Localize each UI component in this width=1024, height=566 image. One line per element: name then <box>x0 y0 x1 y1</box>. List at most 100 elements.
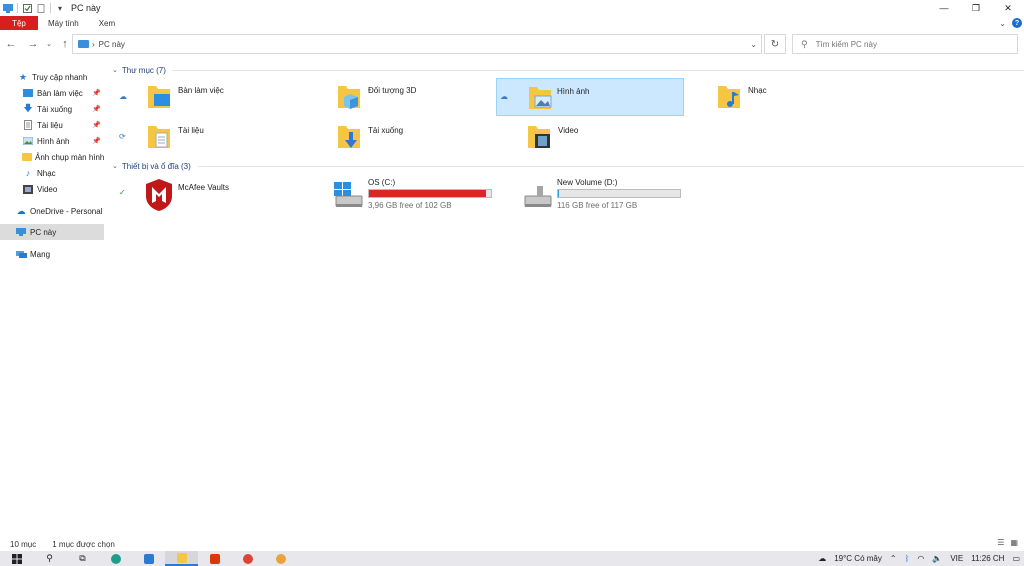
desktop-folder-icon <box>148 86 170 108</box>
chrome-icon[interactable] <box>231 551 264 566</box>
search-icon: ⚲ <box>801 38 808 49</box>
sidebar-item-desktop[interactable]: Bàn làm việc 📌 <box>0 85 104 101</box>
pin-icon: 📌 <box>92 106 101 113</box>
device-label: McAfee Vaults <box>178 183 229 192</box>
cloud-icon: ☁ <box>16 205 26 216</box>
sidebar-item-label: Tải xuống <box>37 104 73 114</box>
drive-tile-d[interactable]: New Volume (D:) 116 GB free of 117 GB <box>513 178 689 222</box>
group-header-devices[interactable]: ⌄ Thiết bị và ổ đĩa (3) <box>112 160 1024 172</box>
ribbon-right: ⌄ ? <box>999 16 1022 30</box>
sidebar-item-label: Nhạc <box>37 168 56 178</box>
collapse-chevron-icon[interactable]: ⌄ <box>112 162 118 170</box>
customize-toolbar-chevron-icon[interactable]: ▾ <box>55 3 65 13</box>
bluetooth-icon[interactable]: ᛒ <box>905 554 910 563</box>
recent-locations-chevron-icon[interactable]: ⌄ <box>44 33 54 55</box>
minimize-button[interactable]: — <box>928 0 960 16</box>
folder-tile-documents[interactable]: Tài liệu <box>132 118 320 156</box>
pin-icon: 📌 <box>92 122 101 129</box>
tray-overflow-chevron-icon[interactable]: ⌃ <box>890 554 897 563</box>
folder-tile-pictures[interactable]: ☁ Hình ảnh <box>496 78 684 116</box>
folder-tile-music[interactable]: Nhạc <box>702 78 890 116</box>
folder-tile-desktop[interactable]: Bàn làm việc <box>132 78 320 116</box>
folder-tile-3d-objects[interactable]: Đối tượng 3D <box>322 78 510 116</box>
search-taskbar-icon[interactable]: ⚲ <box>33 551 66 566</box>
help-icon[interactable]: ? <box>1012 18 1022 28</box>
collapse-chevron-icon[interactable]: ⌄ <box>112 66 118 74</box>
office-icon[interactable] <box>198 551 231 566</box>
breadcrumb-separator-icon[interactable]: › <box>92 40 95 49</box>
language-indicator[interactable]: VIE <box>950 554 963 563</box>
sidebar-item-label: Hình ảnh <box>37 136 70 146</box>
sidebar-item-music[interactable]: ♪ Nhạc <box>0 165 104 181</box>
documents-folder-icon <box>148 126 170 148</box>
forward-button[interactable]: → <box>22 33 44 55</box>
star-icon: ★ <box>18 71 28 82</box>
maximize-button[interactable]: ❐ <box>960 0 992 16</box>
videos-folder-icon <box>528 126 550 148</box>
tab-view[interactable]: Xem <box>89 16 125 30</box>
drive-free-space: 116 GB free of 117 GB <box>557 201 638 210</box>
search-input[interactable] <box>815 39 996 49</box>
address-history-chevron-icon[interactable]: ⌄ <box>750 40 757 49</box>
photos-icon[interactable] <box>264 551 297 566</box>
pictures-folder-icon <box>529 87 552 109</box>
group-header-folders[interactable]: ⌄ Thư mục (7) <box>112 64 1024 76</box>
pc-icon <box>15 227 27 237</box>
refresh-button[interactable]: ↻ <box>764 34 786 54</box>
ribbon-tabs: Tệp Máy tính Xem ⌄ ? <box>0 16 1024 30</box>
window-title: PC này <box>71 3 101 13</box>
volume-icon[interactable]: 🔈 <box>932 554 942 563</box>
wifi-icon[interactable]: ◠ <box>917 554 924 563</box>
quick-access-toolbar: ▾ <box>0 0 65 16</box>
sidebar-item-network[interactable]: Mạng <box>0 246 104 262</box>
item-count: 10 mục <box>10 539 37 549</box>
folder-tile-downloads[interactable]: Tải xuống <box>322 118 510 156</box>
clock-text[interactable]: 11:26 CH <box>971 554 1004 563</box>
expand-ribbon-chevron-icon[interactable]: ⌄ <box>999 19 1006 28</box>
tab-computer[interactable]: Máy tính <box>38 16 89 30</box>
start-button[interactable] <box>0 551 33 566</box>
drive-usage-bar <box>557 189 681 198</box>
sidebar-item-downloads[interactable]: 🡇 Tải xuống 📌 <box>0 101 104 117</box>
view-toggle: ☰ ▦ <box>997 538 1018 547</box>
file-explorer-taskbar-icon[interactable] <box>165 551 198 566</box>
sidebar-item-this-pc[interactable]: PC này <box>0 224 104 240</box>
weather-text[interactable]: 19°C Có mây <box>834 554 882 563</box>
details-view-icon[interactable]: ☰ <box>997 538 1004 547</box>
notifications-icon[interactable]: ▭ <box>1012 554 1020 563</box>
address-bar[interactable]: › PC này ⌄ <box>72 34 762 54</box>
breadcrumb[interactable]: PC này <box>99 40 125 49</box>
properties-icon[interactable] <box>22 3 32 13</box>
toolbar-divider <box>50 3 51 13</box>
close-button[interactable]: ✕ <box>992 0 1024 16</box>
store-icon[interactable] <box>132 551 165 566</box>
system-tray: ☁ 19°C Có mây ⌃ ᛒ ◠ 🔈 VIE 11:26 CH ▭ <box>818 551 1020 566</box>
search-box[interactable]: ⚲ <box>792 34 1018 54</box>
sidebar-item-pictures[interactable]: Hình ảnh 📌 <box>0 133 104 149</box>
sidebar-item-label: PC này <box>30 227 57 237</box>
task-view-icon[interactable]: ⧉ <box>66 551 99 566</box>
large-icons-view-icon[interactable]: ▦ <box>1010 538 1018 547</box>
network-icon <box>15 249 27 259</box>
drive-usage-fill <box>558 190 560 197</box>
sidebar-item-quick-access[interactable]: ★ Truy cập nhanh <box>0 69 104 85</box>
desktop-icon <box>22 88 34 98</box>
sidebar-item-screenshots[interactable]: Ảnh chụp màn hình <box>0 149 104 165</box>
weather-icon[interactable]: ☁ <box>818 554 826 563</box>
folder-tile-videos[interactable]: Video <box>512 118 700 156</box>
back-button[interactable]: ← <box>0 33 22 55</box>
downloads-folder-icon <box>338 126 360 148</box>
drive-tile-c[interactable]: OS (C:) 3,96 GB free of 102 GB <box>324 178 500 222</box>
windows-drive-icon <box>334 182 363 207</box>
drive-label: OS (C:) <box>368 178 396 187</box>
tab-file[interactable]: Tệp <box>0 16 38 30</box>
music-icon: ♪ <box>25 168 31 178</box>
new-folder-icon[interactable] <box>36 3 46 13</box>
edge-icon[interactable] <box>99 551 132 566</box>
sidebar-item-videos[interactable]: Video <box>0 181 104 197</box>
sidebar-item-onedrive[interactable]: ☁ OneDrive - Personal <box>0 203 104 219</box>
sidebar-item-documents[interactable]: Tài liệu 📌 <box>0 117 104 133</box>
folder-label: Đối tượng 3D <box>368 86 417 95</box>
device-tile-mcafee-vaults[interactable]: McAfee Vaults <box>140 178 320 222</box>
drive-free-space: 3,96 GB free of 102 GB <box>368 201 452 210</box>
